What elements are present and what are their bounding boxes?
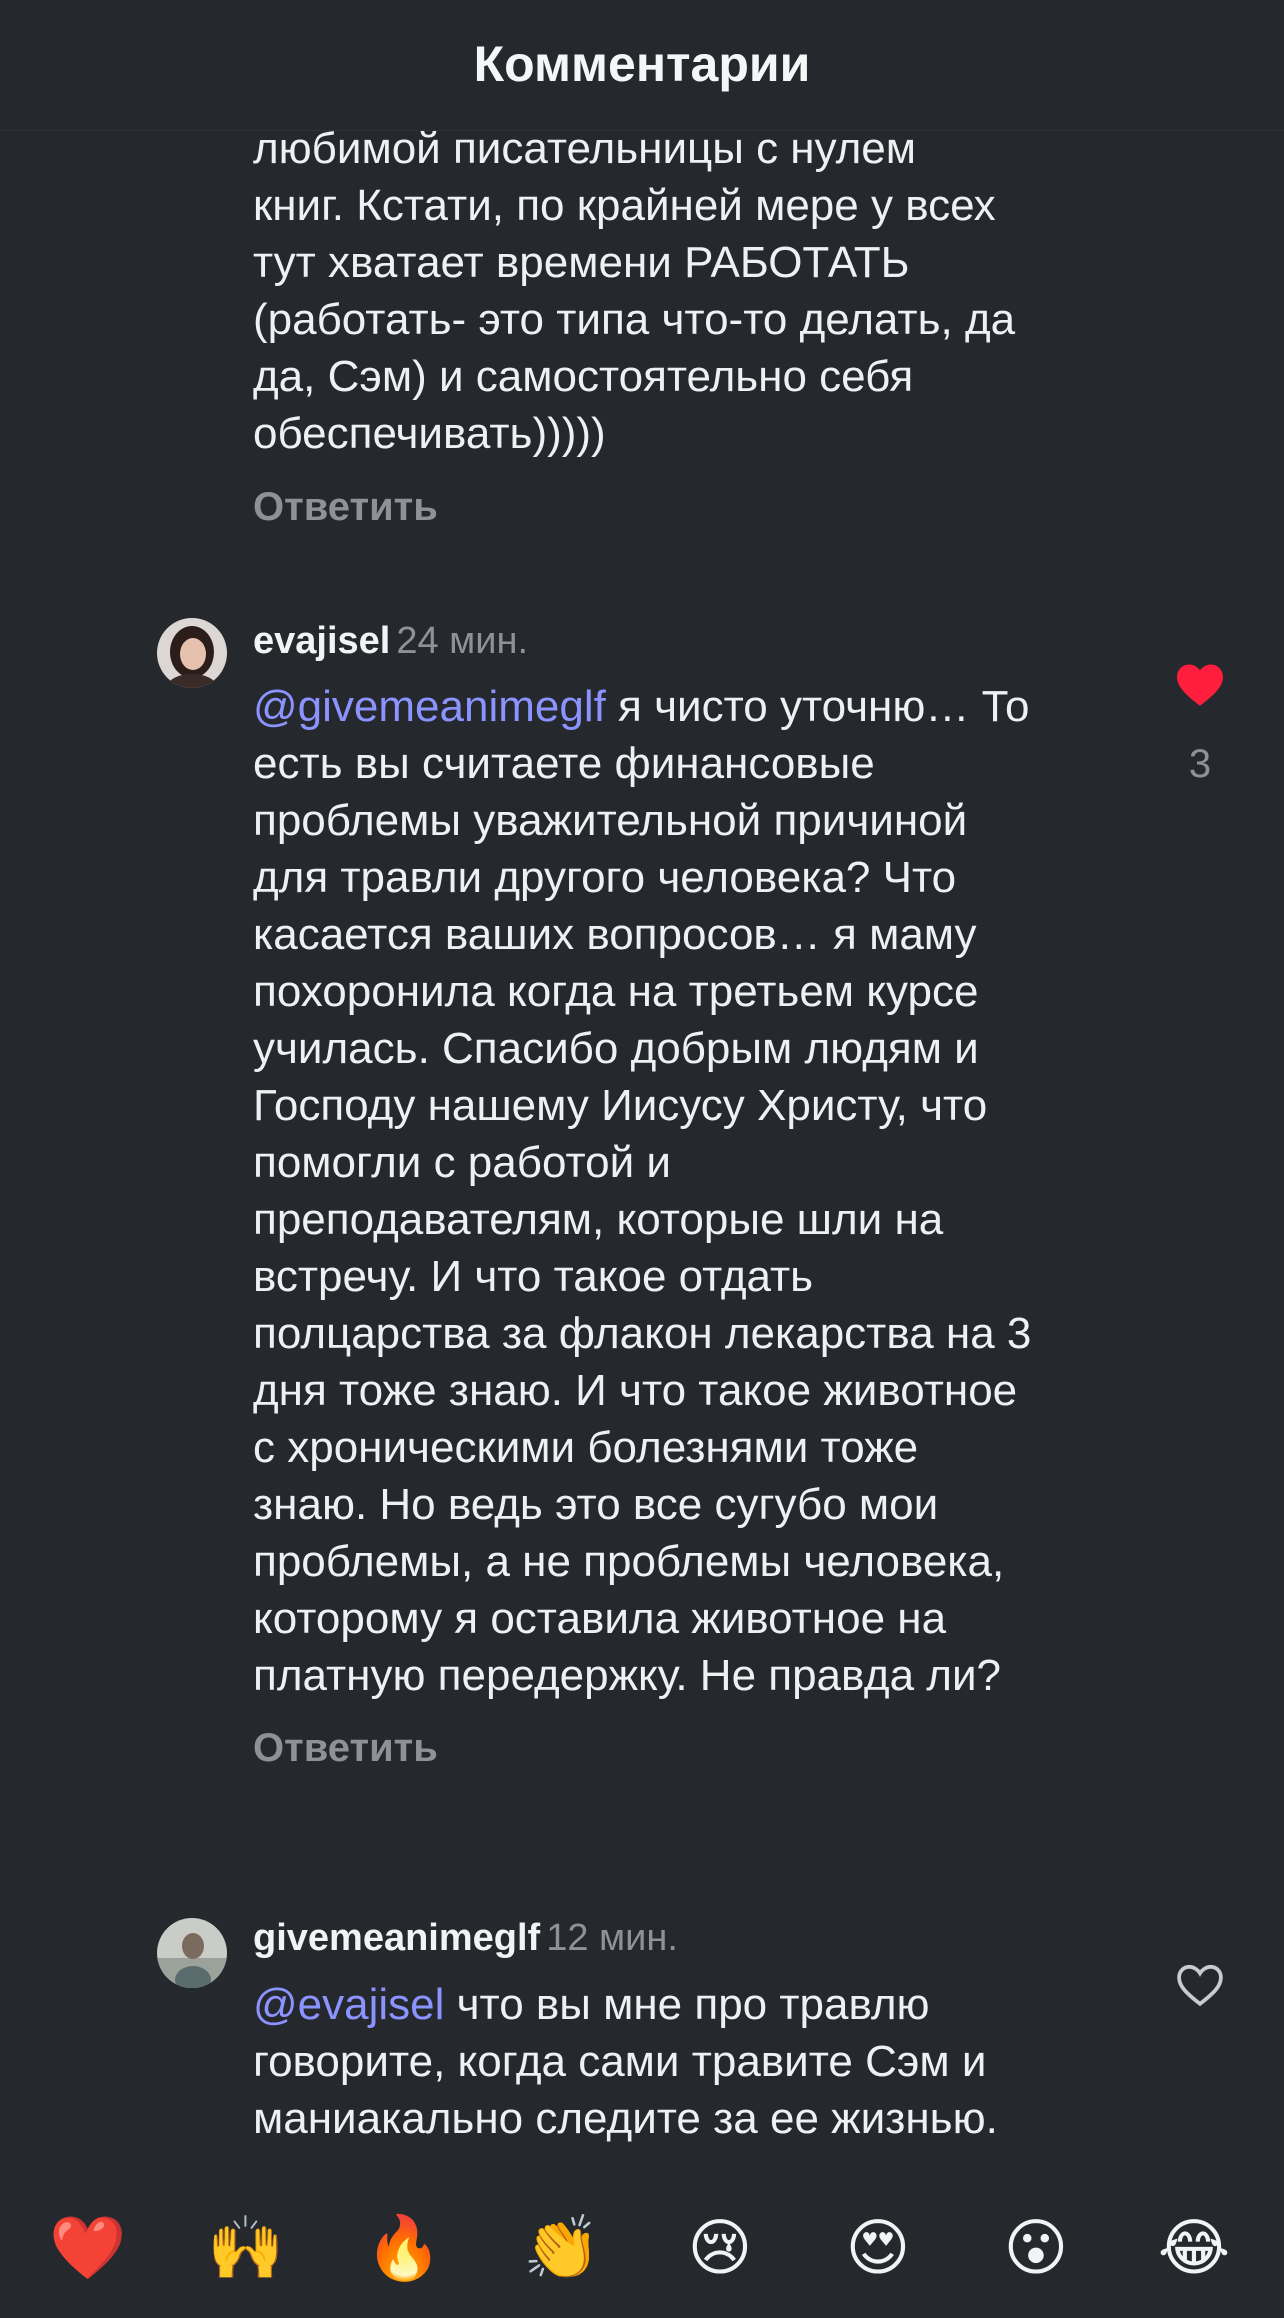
like-count: 3 [1188,742,1212,786]
avatar[interactable] [157,618,227,688]
emoji-heart-button[interactable]: ❤️ [48,2208,128,2288]
emoji-reaction-bar [0,2180,1284,2318]
comment-text: любимой писательницы с нулем книг. Кстат… [253,124,1016,458]
emoji-raised-hands-button[interactable]: 🙌 [206,2208,286,2288]
comment-meta: evajisel 24 мин. [253,620,528,663]
emoji-laughing-button[interactable]: 😂 [1154,2208,1234,2288]
username[interactable]: evajisel [253,620,390,662]
emoji-surprised-button[interactable]: 😮 [996,2208,1076,2288]
heart-filled-icon [1174,664,1226,712]
comments-header: Комментарии [0,0,1284,131]
like-button[interactable] [1170,1962,1230,2013]
like-button[interactable] [1170,662,1230,713]
username[interactable]: givemeanimeglf [253,1917,540,1959]
comment-body: я чисто уточню… То есть вы считаете фина… [253,682,1032,1700]
reply-button[interactable]: Ответить [253,485,438,530]
timestamp: 12 мин. [546,1917,678,1959]
avatar[interactable] [157,1918,227,1988]
reply-button[interactable]: Ответить [253,1726,438,1771]
header-title: Комментарии [473,36,811,92]
comment-text: @givemeanimeglf я чисто уточню… То есть … [253,678,1133,1704]
mention-link[interactable]: @givemeanimeglf [253,682,606,731]
comments-sheet: Комментарии любимой писательницы с нулем… [0,0,1284,2318]
heart-outline-icon [1174,1964,1226,2012]
emoji-clap-button[interactable]: 👏 [522,2208,602,2288]
comment-meta: givemeanimeglf 12 мин. [253,1917,678,1960]
emoji-fire-button[interactable]: 🔥 [364,2208,444,2288]
emoji-crying-button[interactable]: 😢 [680,2208,760,2288]
mention-link[interactable]: @evajisel [253,1980,444,2029]
comment-text: @evajisel что вы мне про травлю говорите… [253,1976,1133,2147]
emoji-heart-eyes-button[interactable]: 😍 [838,2208,918,2288]
timestamp: 24 мин. [396,620,529,662]
